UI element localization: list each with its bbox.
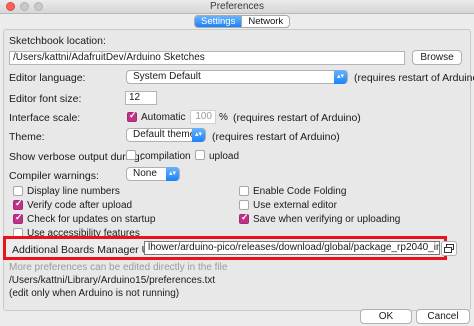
font-size-label: Editor font size: bbox=[9, 93, 82, 105]
cancel-button[interactable]: Cancel bbox=[416, 309, 470, 324]
verbose-upload-label: upload bbox=[209, 151, 240, 162]
compiler-warnings-select[interactable]: None ▴▾ bbox=[126, 167, 180, 181]
theme-select[interactable]: Default theme ▴▾ bbox=[126, 128, 206, 142]
scale-percent-input[interactable]: 100 bbox=[190, 110, 216, 124]
external-editor-label: Use external editor bbox=[253, 200, 337, 211]
chevron-updown-icon: ▴▾ bbox=[192, 128, 205, 142]
theme-label: Theme: bbox=[9, 131, 45, 143]
sketchbook-path-input[interactable]: /Users/kattni/AdafruitDev/Arduino Sketch… bbox=[9, 51, 405, 65]
editor-language-select[interactable]: System Default ▴▾ bbox=[126, 70, 348, 84]
verbose-compilation-label: compilation bbox=[140, 151, 191, 162]
compiler-warnings-label: Compiler warnings: bbox=[9, 170, 99, 182]
check-updates-checkbox[interactable] bbox=[13, 212, 23, 224]
automatic-scale-label: Automatic bbox=[141, 112, 186, 123]
window-icon bbox=[444, 244, 454, 253]
preferences-file-path[interactable]: /Users/kattni/Library/Arduino15/preferen… bbox=[9, 275, 215, 286]
code-folding-checkbox[interactable] bbox=[239, 186, 249, 196]
tab-bar: Settings Network bbox=[194, 15, 291, 28]
scale-percent-unit: % bbox=[219, 112, 228, 123]
more-preferences-text: More preferences can be edited directly … bbox=[9, 262, 228, 273]
theme-value: Default theme bbox=[133, 129, 196, 140]
tab-settings[interactable]: Settings bbox=[195, 16, 242, 27]
external-editor-checkbox[interactable] bbox=[239, 200, 249, 210]
verify-after-upload-label: Verify code after upload bbox=[27, 200, 133, 211]
verbose-output-label: Show verbose output during: bbox=[9, 151, 143, 163]
chevron-updown-icon: ▴▾ bbox=[166, 167, 179, 181]
window-title: Preferences bbox=[210, 1, 264, 12]
ok-button[interactable]: OK bbox=[360, 309, 412, 324]
interface-scale-note: (requires restart of Arduino) bbox=[233, 112, 361, 124]
chevron-updown-icon: ▴▾ bbox=[334, 70, 347, 84]
font-size-input[interactable]: 12 bbox=[125, 91, 157, 105]
sketchbook-label: Sketchbook location: bbox=[9, 35, 106, 47]
save-on-verify-checkbox[interactable] bbox=[239, 212, 249, 224]
edit-urls-button[interactable] bbox=[441, 241, 457, 256]
theme-note: (requires restart of Arduino) bbox=[212, 131, 340, 143]
boards-manager-highlight: Additional Boards Manager URLs: lhower/a… bbox=[3, 236, 447, 260]
boards-manager-url-input[interactable]: lhower/arduino-pico/releases/download/gl… bbox=[144, 241, 440, 255]
title-bar: Preferences bbox=[0, 0, 474, 14]
editor-language-label: Editor language: bbox=[9, 72, 86, 84]
interface-scale-label: Interface scale: bbox=[9, 112, 81, 124]
save-on-verify-label: Save when verifying or uploading bbox=[253, 214, 401, 225]
compiler-warnings-value: None bbox=[133, 168, 157, 179]
edit-note: (edit only when Arduino is not running) bbox=[9, 288, 180, 299]
editor-language-note: (requires restart of Arduino) bbox=[354, 72, 474, 84]
editor-language-value: System Default bbox=[133, 71, 201, 82]
code-folding-label: Enable Code Folding bbox=[253, 186, 347, 197]
automatic-scale-checkbox[interactable] bbox=[127, 110, 137, 122]
display-line-numbers-label: Display line numbers bbox=[27, 186, 120, 197]
verbose-compilation-checkbox[interactable] bbox=[126, 150, 136, 160]
tab-network[interactable]: Network bbox=[241, 16, 289, 27]
display-line-numbers-checkbox[interactable] bbox=[13, 186, 23, 196]
browse-button[interactable]: Browse bbox=[412, 50, 462, 65]
verbose-upload-checkbox[interactable] bbox=[195, 150, 205, 160]
check-updates-label: Check for updates on startup bbox=[27, 214, 156, 225]
verify-after-upload-checkbox[interactable] bbox=[13, 198, 23, 210]
